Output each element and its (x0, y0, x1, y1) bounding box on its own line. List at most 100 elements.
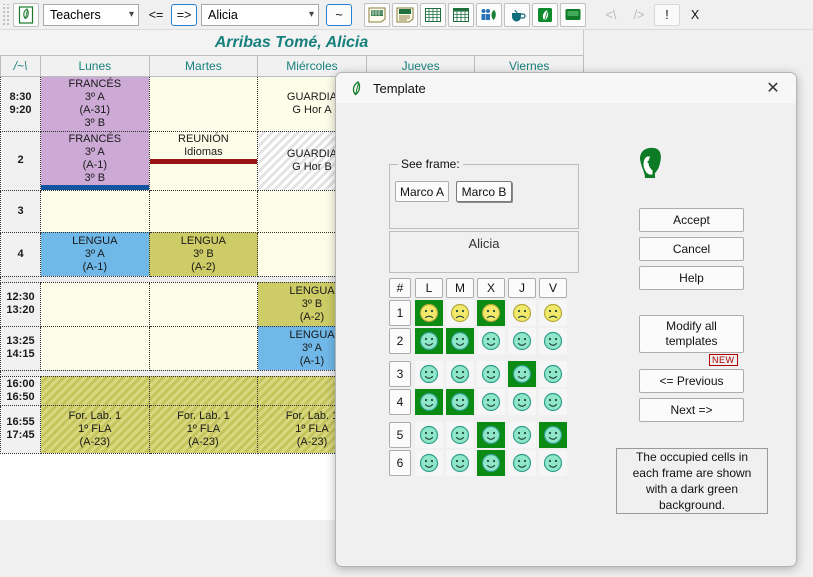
grid-slot-cell[interactable] (508, 389, 536, 415)
entity-select-value: Teachers (50, 7, 101, 22)
timetable-cell[interactable] (148, 189, 259, 233)
cancel-button[interactable]: Cancel (639, 237, 744, 261)
grid-slot-cell[interactable] (477, 389, 505, 415)
frame-button-marco-a[interactable]: Marco A (395, 181, 449, 202)
grid-slot-cell[interactable] (508, 328, 536, 354)
people-leaf-button[interactable] (476, 2, 502, 27)
grid-slot-cell[interactable] (415, 450, 443, 476)
grid-slot-cell[interactable] (508, 361, 536, 387)
leaf-button[interactable] (532, 2, 558, 27)
info-note-text: The occupied cells in each frame are sho… (632, 450, 752, 512)
grid-col-header-j[interactable]: J (508, 278, 536, 298)
cell-line: For. Lab. 1 (177, 409, 230, 422)
grid-slot-cell[interactable] (508, 422, 536, 448)
grid-slot-cell[interactable] (477, 450, 505, 476)
grid-slot-cell[interactable] (539, 450, 567, 476)
grid-col-header-m[interactable]: M (446, 278, 474, 298)
prev-page-button[interactable]: <\ (598, 3, 624, 26)
timetable-cell[interactable]: For. Lab. 1 1º FLA (A-23) (148, 404, 259, 454)
grid-slot-cell[interactable] (446, 389, 474, 415)
timetable-cell[interactable] (148, 281, 259, 327)
grid-slot-cell[interactable] (477, 328, 505, 354)
grid-slot-cell[interactable] (539, 389, 567, 415)
info-button[interactable]: ! (654, 3, 680, 26)
timetable-cell[interactable]: FRANCÉS 3º A (A-31) 3º B (40, 75, 150, 132)
grid-slot-cell[interactable] (477, 361, 505, 387)
timetable-cell[interactable] (148, 325, 259, 371)
entity-select[interactable]: Teachers ▾ (43, 3, 139, 26)
cell-content (150, 298, 258, 311)
close-icon[interactable]: ✕ (756, 75, 790, 101)
grid-row: 1 (389, 300, 570, 326)
grid-slot-cell[interactable] (446, 422, 474, 448)
smile-face-icon (450, 425, 470, 445)
grid-view-button[interactable] (420, 2, 446, 27)
timetable-cell[interactable] (148, 375, 259, 406)
timetable-cell[interactable]: LENGUA 3º A (A-1) (40, 231, 150, 277)
close-view-button[interactable]: X (682, 3, 708, 26)
grid-slot-cell[interactable] (539, 422, 567, 448)
next-button[interactable]: Next => (639, 398, 744, 422)
person-select[interactable]: Alicia ▾ (201, 3, 319, 26)
smile-face-icon (512, 331, 532, 351)
timetable-cell[interactable]: LENGUA 3º B (A-2) (148, 231, 259, 277)
prev-page-label: <\ (605, 7, 617, 22)
grid-columns-button[interactable] (448, 2, 474, 27)
modify-all-templates-button[interactable]: Modify all templates (639, 315, 744, 353)
previous-button[interactable]: <= Previous (639, 369, 744, 393)
grid-slot-cell[interactable] (508, 300, 536, 326)
chalkboard-button[interactable] (560, 2, 586, 27)
frame-button-marco-b[interactable]: Marco B (456, 181, 512, 202)
cell-line: (A-31) (79, 103, 111, 116)
timetable-card-button[interactable] (364, 2, 390, 27)
smile-face-icon (512, 453, 532, 473)
timetable-lined-button[interactable] (392, 2, 418, 27)
smile-face-icon (450, 453, 470, 473)
smile-face-icon (481, 392, 501, 412)
timetable-cell[interactable]: For. Lab. 1 1º FLA (A-23) (40, 404, 150, 454)
timetable-cell[interactable] (40, 375, 150, 406)
timetable-cell[interactable]: REUNIÓN Idiomas (148, 130, 259, 191)
grid-slot-cell[interactable] (477, 300, 505, 326)
day-header-lunes[interactable]: Lunes (40, 56, 150, 77)
timetable-cell[interactable] (40, 281, 150, 327)
previous-button-label: <= Previous (659, 374, 724, 388)
next-page-button[interactable]: /> (626, 3, 652, 26)
app-logo-button[interactable] (13, 2, 39, 27)
help-button[interactable]: Help (639, 266, 744, 290)
grid-slot-cell[interactable] (415, 328, 443, 354)
time-label-cell: 16:00 16:50 (0, 375, 41, 406)
accept-button[interactable]: Accept (639, 208, 744, 232)
grid-slot-cell[interactable] (508, 450, 536, 476)
grid-view-icon (425, 7, 441, 22)
prev-entity-button[interactable]: <= (143, 3, 169, 26)
person-select-value: Alicia (208, 7, 238, 22)
timetable-cell[interactable] (40, 325, 150, 371)
grid-row: 2 (389, 328, 570, 354)
day-header-martes[interactable]: Martes (148, 56, 259, 77)
grid-slot-cell[interactable] (446, 450, 474, 476)
grid-slot-cell[interactable] (446, 328, 474, 354)
cup-button[interactable] (504, 2, 530, 27)
grid-col-header-v[interactable]: V (539, 278, 567, 298)
grid-col-header-l[interactable]: L (415, 278, 443, 298)
grid-slot-cell[interactable] (539, 300, 567, 326)
grid-slot-cell[interactable] (415, 300, 443, 326)
grid-slot-cell[interactable] (539, 328, 567, 354)
timetable-cell[interactable] (148, 75, 259, 132)
dialog-title-bar[interactable]: Template ✕ (336, 73, 796, 103)
grid-slot-cell[interactable] (477, 422, 505, 448)
grid-slot-cell[interactable] (446, 300, 474, 326)
grid-slot-cell[interactable] (539, 361, 567, 387)
grid-slot-cell[interactable] (415, 422, 443, 448)
toolbar-grip[interactable] (2, 3, 10, 26)
grid-slot-cell[interactable] (415, 389, 443, 415)
grid-slot-cell[interactable] (415, 361, 443, 387)
timetable-cell[interactable]: FRANCÉS 3º A (A-1) 3º B (40, 130, 150, 191)
next-entity-button[interactable]: => (171, 3, 197, 26)
smile-face-icon (419, 425, 439, 445)
timetable-cell[interactable] (40, 189, 150, 233)
grid-col-header-x[interactable]: X (477, 278, 505, 298)
grid-slot-cell[interactable] (446, 361, 474, 387)
tilde-button[interactable]: ~ (326, 3, 352, 26)
